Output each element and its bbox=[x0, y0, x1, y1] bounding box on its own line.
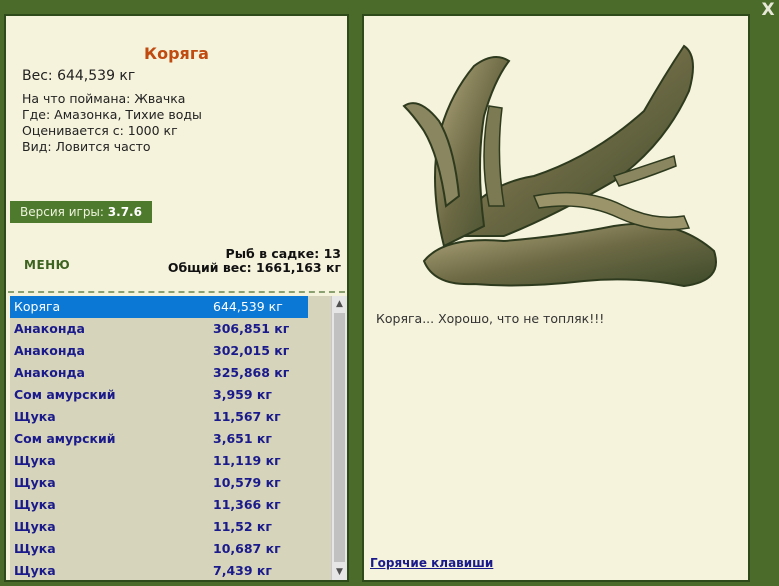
fish-weight: Вес: 644,539 кг bbox=[22, 68, 136, 84]
list-item-name: Щука bbox=[14, 541, 56, 556]
close-button[interactable]: X bbox=[759, 0, 777, 20]
list-item-weight: 11,567 кг bbox=[213, 409, 281, 424]
version-label: Версия игры: bbox=[20, 205, 104, 219]
fish-image-panel: Коряга... Хорошо, что не топляк!!! Горяч… bbox=[362, 14, 750, 582]
list-item[interactable]: Коряга 644,539 кг bbox=[10, 296, 308, 318]
list-item-weight: 3,959 кг bbox=[213, 387, 272, 402]
list-item[interactable]: Анаконда 325,868 кг bbox=[10, 362, 331, 384]
fish-location: Где: Амазонка, Тихие воды bbox=[22, 107, 202, 122]
list-item[interactable]: Сом амурский 3,959 кг bbox=[10, 384, 331, 406]
list-item[interactable]: Щука 11,119 кг bbox=[10, 450, 331, 472]
list-item[interactable]: Щука 10,687 кг bbox=[10, 538, 331, 560]
cage-stats: Рыб в садке: 13 Общий вес: 1661,163 кг bbox=[168, 247, 341, 275]
list-item[interactable]: Щука 10,579 кг bbox=[10, 472, 331, 494]
list-item-weight: 11,366 кг bbox=[213, 497, 281, 512]
list-item-weight: 306,851 кг bbox=[213, 321, 290, 336]
list-item[interactable]: Сом амурский 3,651 кг bbox=[10, 428, 331, 450]
list-item-name: Анаконда bbox=[14, 343, 85, 358]
fish-caption: Коряга... Хорошо, что не топляк!!! bbox=[376, 311, 605, 326]
hotkeys-link[interactable]: Горячие клавиши bbox=[370, 556, 493, 570]
list-item-name: Сом амурский bbox=[14, 387, 116, 402]
list-item-weight: 644,539 кг bbox=[213, 299, 283, 314]
version-number: 3.7.6 bbox=[107, 205, 142, 219]
list-item-weight: 10,579 кг bbox=[213, 475, 281, 490]
list-item[interactable]: Анаконда 302,015 кг bbox=[10, 340, 331, 362]
menu-button[interactable]: МЕНЮ bbox=[24, 258, 70, 272]
list-item-weight: 11,119 кг bbox=[213, 453, 281, 468]
list-item-weight: 11,52 кг bbox=[213, 519, 272, 534]
fish-info-panel: Коряга Вес: 644,539 кг На что поймана: Ж… bbox=[4, 14, 349, 582]
list-item-name: Щука bbox=[14, 519, 56, 534]
list-item-name: Коряга bbox=[14, 299, 61, 314]
list-item-name: Щука bbox=[14, 409, 56, 424]
scrollbar-thumb[interactable] bbox=[334, 313, 345, 562]
catch-list[interactable]: Коряга 644,539 кг Анаконда 306,851 кг Анакон… bbox=[10, 296, 331, 580]
list-item[interactable]: Анаконда 306,851 кг bbox=[10, 318, 331, 340]
list-item-name: Анаконда bbox=[14, 365, 85, 380]
list-item-weight: 3,651 кг bbox=[213, 431, 272, 446]
list-item[interactable]: Щука 11,52 кг bbox=[10, 516, 331, 538]
list-item-weight: 325,868 кг bbox=[213, 365, 290, 380]
fish-frequency: Вид: Ловится часто bbox=[22, 139, 151, 154]
fish-value: Оценивается с: 1000 кг bbox=[22, 123, 178, 138]
list-scrollbar[interactable]: ▲ ▼ bbox=[331, 296, 347, 580]
list-item-weight: 302,015 кг bbox=[213, 343, 290, 358]
divider bbox=[8, 291, 345, 293]
list-item-name: Щука bbox=[14, 563, 56, 578]
total-weight: Общий вес: 1661,163 кг bbox=[167, 260, 341, 275]
list-item-name: Щука bbox=[14, 497, 56, 512]
scroll-up-arrow-icon[interactable]: ▲ bbox=[332, 296, 347, 312]
fish-title: Коряга bbox=[144, 44, 209, 63]
list-item[interactable]: Щука 7,439 кг bbox=[10, 560, 331, 580]
fish-count: Рыб в садке: 13 bbox=[225, 246, 341, 261]
fish-bait: На что поймана: Жвачка bbox=[22, 91, 186, 106]
list-item[interactable]: Щука 11,366 кг bbox=[10, 494, 331, 516]
list-item-name: Анаконда bbox=[14, 321, 85, 336]
list-item-weight: 10,687 кг bbox=[213, 541, 281, 556]
game-version-badge: Версия игры: 3.7.6 bbox=[10, 201, 152, 223]
scroll-down-arrow-icon[interactable]: ▼ bbox=[332, 564, 347, 580]
list-item-name: Щука bbox=[14, 453, 56, 468]
list-item-name: Сом амурский bbox=[14, 431, 116, 446]
list-item[interactable]: Щука 11,567 кг bbox=[10, 406, 331, 428]
list-item-weight: 7,439 кг bbox=[213, 563, 272, 578]
driftwood-image bbox=[402, 44, 717, 288]
list-item-name: Щука bbox=[14, 475, 56, 490]
